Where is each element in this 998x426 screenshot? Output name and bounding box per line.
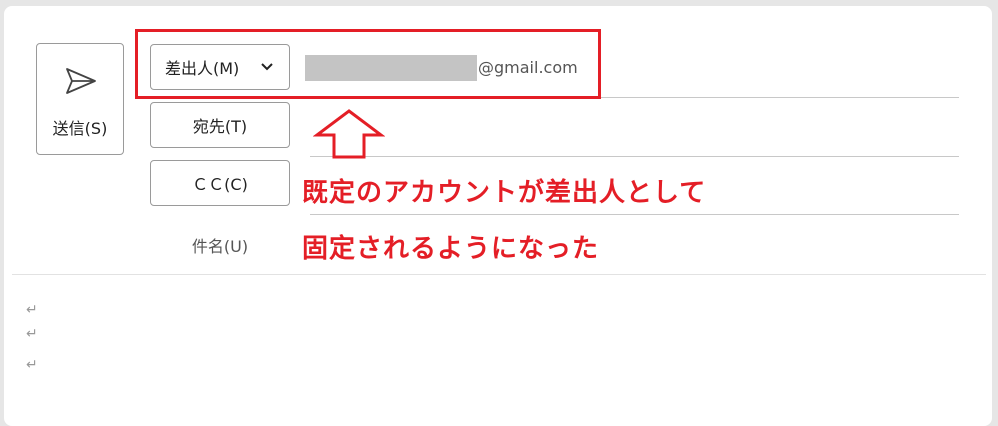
to-input-underline[interactable] bbox=[310, 156, 959, 157]
paragraph-mark: ↵ bbox=[26, 326, 38, 342]
send-button[interactable]: 送信(S) bbox=[36, 43, 124, 155]
up-arrow-icon bbox=[313, 109, 385, 159]
paragraph-mark: ↵ bbox=[26, 302, 38, 318]
cc-input-underline[interactable] bbox=[310, 214, 959, 215]
header-body-divider bbox=[12, 274, 986, 275]
cc-button[interactable]: ＣＣ(C) bbox=[150, 160, 290, 206]
cc-button-label: ＣＣ(C) bbox=[192, 175, 248, 194]
to-button[interactable]: 宛先(T) bbox=[150, 102, 290, 148]
send-button-label: 送信(S) bbox=[52, 119, 108, 138]
annotation-line-2: 固定されるようになった bbox=[302, 234, 600, 264]
subject-label: 件名(U) bbox=[191, 237, 249, 256]
annotation-line-1: 既定のアカウントが差出人として bbox=[302, 178, 707, 208]
highlight-box bbox=[135, 29, 601, 99]
paragraph-mark: ↵ bbox=[26, 357, 38, 373]
to-button-label: 宛先(T) bbox=[192, 117, 248, 136]
send-icon bbox=[66, 68, 96, 94]
